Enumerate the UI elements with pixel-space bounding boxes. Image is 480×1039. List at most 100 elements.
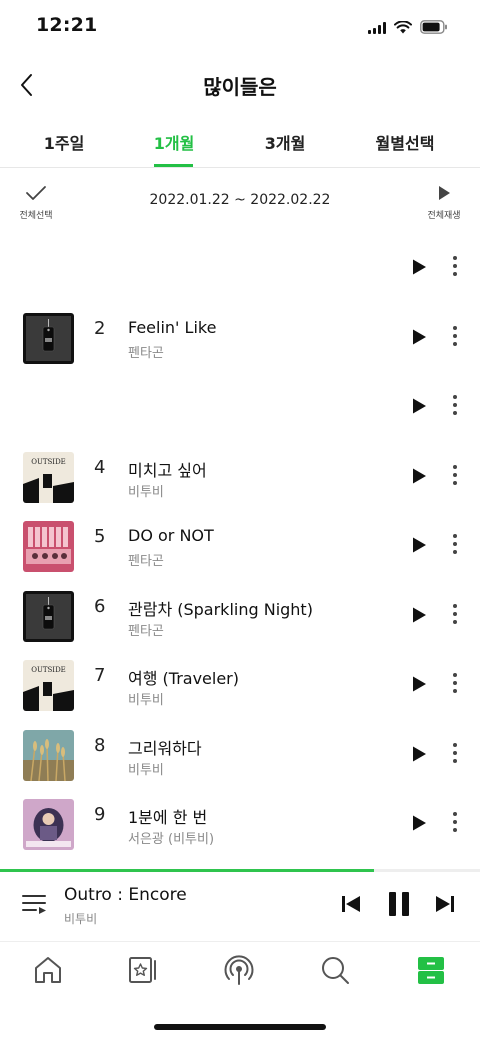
radio-icon bbox=[224, 955, 254, 985]
song-title[interactable]: 1분에 한 번 bbox=[128, 804, 207, 828]
song-play-button[interactable] bbox=[410, 397, 428, 415]
song-play-button[interactable] bbox=[410, 467, 428, 485]
song-row[interactable] bbox=[0, 234, 480, 304]
song-title[interactable]: DO or NOT bbox=[128, 526, 214, 545]
svg-text:OUTSIDE: OUTSIDE bbox=[31, 458, 66, 466]
song-play-button[interactable] bbox=[410, 258, 428, 276]
next-button[interactable] bbox=[434, 893, 456, 919]
song-play-button[interactable] bbox=[410, 536, 428, 554]
playlist-icon bbox=[22, 895, 46, 914]
song-rank: 7 bbox=[94, 665, 106, 686]
nav-recommend[interactable] bbox=[126, 953, 160, 987]
more-vertical-icon bbox=[453, 256, 457, 276]
song-rank: 6 bbox=[94, 595, 106, 617]
song-rank: 5 bbox=[94, 526, 106, 547]
song-play-button[interactable] bbox=[410, 328, 428, 346]
wifi-icon bbox=[394, 20, 412, 33]
song-more-button[interactable] bbox=[446, 324, 464, 348]
song-title[interactable]: 여행 (Traveler) bbox=[128, 665, 239, 689]
play-all-button[interactable]: 전체재생 bbox=[422, 184, 466, 221]
tab-1month[interactable]: 1개월 bbox=[154, 130, 195, 154]
song-row[interactable]: 6 관람차 (Sparkling Night) 펜타곤 bbox=[0, 582, 480, 652]
pause-button[interactable] bbox=[388, 891, 410, 921]
song-row[interactable]: 2 Feelin' Like 펜타곤 bbox=[0, 304, 480, 374]
song-artist[interactable]: 펜타곤 bbox=[128, 550, 164, 569]
song-title[interactable]: 그리워하다 bbox=[128, 735, 202, 759]
play-icon bbox=[413, 398, 426, 414]
playlist-button[interactable] bbox=[22, 893, 48, 921]
search-icon bbox=[322, 957, 349, 984]
tab-3months[interactable]: 3개월 bbox=[265, 130, 306, 154]
song-row[interactable]: OUTSIDE 4 미치고 싶어 비투비 bbox=[0, 443, 480, 513]
album-cover[interactable]: OUTSIDE bbox=[23, 451, 74, 503]
song-rank: 9 bbox=[94, 804, 106, 825]
nav-search[interactable] bbox=[318, 953, 352, 987]
song-title[interactable]: 관람차 (Sparkling Night) bbox=[128, 596, 313, 620]
song-more-button[interactable] bbox=[446, 602, 464, 626]
song-artist[interactable]: 펜타곤 bbox=[128, 342, 164, 361]
song-more-button[interactable] bbox=[446, 254, 464, 278]
previous-button[interactable] bbox=[340, 893, 362, 919]
song-title[interactable]: 미치고 싶어 bbox=[128, 457, 207, 481]
now-playing-artist: 비투비 bbox=[64, 912, 98, 926]
svg-text:OUTSIDE: OUTSIDE bbox=[31, 666, 66, 674]
tab-monthly-select[interactable]: 월별선택 bbox=[376, 130, 435, 154]
song-artist[interactable]: 비투비 bbox=[128, 481, 164, 500]
song-rank: 4 bbox=[94, 456, 106, 478]
song-row[interactable] bbox=[0, 373, 480, 443]
song-artist[interactable]: 펜타곤 bbox=[128, 620, 164, 639]
next-icon bbox=[436, 896, 454, 912]
song-row[interactable]: 9 1분에 한 번 서은광 (비투비) bbox=[0, 790, 480, 860]
album-cover[interactable] bbox=[23, 312, 74, 364]
play-icon bbox=[413, 537, 426, 553]
date-range: 2022.01.22 ~ 2022.02.22 bbox=[149, 192, 331, 208]
home-icon bbox=[35, 957, 61, 983]
album-cover[interactable] bbox=[23, 521, 74, 572]
song-artist[interactable]: 서은광 (비투비) bbox=[128, 828, 214, 847]
song-play-button[interactable] bbox=[410, 745, 428, 763]
album-cover[interactable] bbox=[23, 799, 74, 850]
play-all-label: 전체재생 bbox=[427, 211, 461, 221]
battery-icon bbox=[420, 20, 447, 34]
song-play-button[interactable] bbox=[410, 675, 428, 693]
more-vertical-icon bbox=[453, 395, 457, 415]
play-icon bbox=[413, 607, 426, 622]
song-more-button[interactable] bbox=[446, 741, 464, 765]
song-play-button[interactable] bbox=[410, 606, 428, 624]
album-cover[interactable]: OUTSIDE bbox=[23, 660, 74, 711]
tab-1week[interactable]: 1주일 bbox=[44, 130, 85, 154]
song-more-button[interactable] bbox=[446, 810, 464, 834]
previous-icon bbox=[342, 896, 360, 912]
select-all-label: 전체선택 bbox=[19, 211, 53, 221]
home-indicator bbox=[154, 1024, 326, 1030]
progress-fill bbox=[0, 869, 375, 872]
nav-home[interactable] bbox=[31, 953, 65, 987]
nav-station[interactable] bbox=[222, 953, 256, 987]
nav-locker[interactable] bbox=[414, 953, 448, 987]
play-icon bbox=[413, 815, 426, 831]
song-more-button[interactable] bbox=[446, 532, 464, 556]
album-cover[interactable] bbox=[23, 729, 74, 781]
play-icon bbox=[439, 186, 450, 200]
song-more-button[interactable] bbox=[446, 463, 464, 487]
locker-icon bbox=[418, 957, 444, 984]
page-title: 많이들은 bbox=[203, 75, 277, 99]
song-title[interactable]: Feelin' Like bbox=[128, 318, 216, 337]
song-play-button[interactable] bbox=[410, 814, 428, 832]
song-row[interactable]: 5 DO or NOT 펜타곤 bbox=[0, 512, 480, 582]
album-cover[interactable] bbox=[23, 590, 74, 642]
signal-icon bbox=[368, 21, 386, 34]
song-artist[interactable]: 비투비 bbox=[128, 759, 164, 778]
now-playing-title[interactable]: Outro : Encore bbox=[64, 885, 187, 905]
more-vertical-icon bbox=[453, 742, 457, 763]
play-icon bbox=[413, 329, 426, 344]
song-rank: 2 bbox=[94, 317, 106, 339]
song-row[interactable]: OUTSIDE 7 여행 (Traveler) 비투비 bbox=[0, 651, 480, 721]
song-more-button[interactable] bbox=[446, 671, 464, 695]
song-artist[interactable]: 비투비 bbox=[128, 689, 164, 708]
play-icon bbox=[413, 468, 426, 483]
more-vertical-icon bbox=[453, 534, 457, 554]
song-row[interactable]: 8 그리워하다 비투비 bbox=[0, 721, 480, 791]
song-more-button[interactable] bbox=[446, 393, 464, 417]
more-vertical-icon bbox=[453, 325, 457, 346]
